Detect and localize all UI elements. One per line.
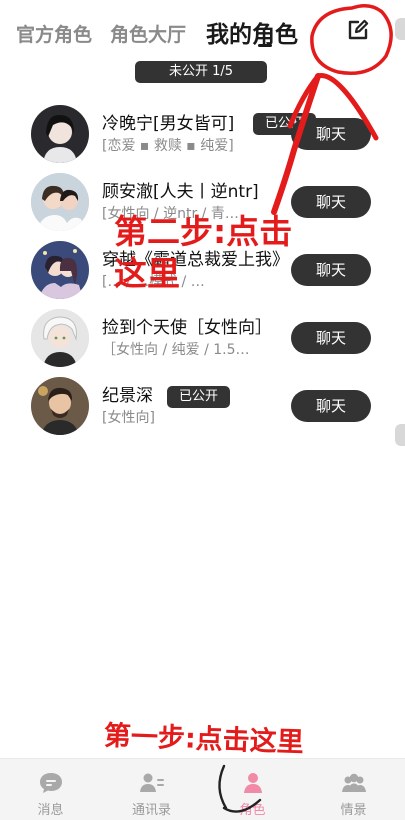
avatar[interactable] (31, 309, 89, 367)
unpublished-count-badge: 未公开 1/5 (135, 61, 267, 83)
chat-button[interactable]: 聊天 (291, 390, 371, 422)
group-icon (342, 773, 366, 792)
tab-my-roles[interactable]: 我的角色 (206, 15, 298, 49)
role-row[interactable]: 捡到个天使［女性向］ ［女性向 / 纯爱 / 1.5… 聊天 (0, 309, 405, 375)
active-tab-indicator (258, 44, 272, 47)
chat-button[interactable]: 聊天 (291, 254, 371, 286)
annotation-step-one: 第一步:点击这里 (103, 720, 305, 759)
avatar[interactable] (31, 173, 89, 231)
nav-label: 角色 (239, 803, 266, 818)
chat-bubble-icon (40, 773, 62, 793)
avatar[interactable] (31, 377, 89, 435)
role-name: 捡到个天使［女性向］ (102, 318, 272, 338)
role-name: 纪景深 (102, 386, 153, 406)
nav-label: 通讯录 (131, 803, 171, 818)
nav-label: 情景 (340, 803, 367, 818)
role-name: 冷晚宁[男女皆可] (102, 114, 235, 134)
annotation-step-two-here: 这里 (114, 254, 180, 293)
nav-label: 消息 (37, 803, 64, 818)
bottom-nav: 消息 通讯录 角色 情景 (0, 758, 405, 820)
contacts-icon (140, 773, 164, 792)
chat-button[interactable]: 聊天 (291, 322, 371, 354)
nav-item-roles[interactable]: 角色 (202, 759, 303, 820)
nav-item-contacts[interactable]: 通讯录 (101, 759, 202, 820)
role-name: 顾安澈[人夫丨逆ntr] (102, 182, 259, 202)
role-row[interactable]: 冷晚宁[男女皆可] 已公开 [恋爱 ▪ 救赎 ▪ 纯爱] 聊天 (0, 105, 405, 171)
top-tab-bar: 官方角色 角色大厅 我的角色 (0, 0, 405, 60)
avatar[interactable] (31, 241, 89, 299)
side-handle-top[interactable] (395, 18, 405, 40)
status-badge: 已公开 (167, 386, 231, 408)
chat-button[interactable]: 聊天 (291, 186, 371, 218)
tab-role-hall[interactable]: 角色大厅 (110, 20, 186, 47)
role-tags: [女性向] (102, 410, 155, 426)
role-tags: [恋爱 ▪ 救赎 ▪ 纯爱] (102, 138, 234, 154)
nav-item-messages[interactable]: 消息 (0, 759, 101, 820)
tab-official-roles[interactable]: 官方角色 (16, 20, 92, 47)
chat-button[interactable]: 聊天 (291, 118, 371, 150)
edit-icon[interactable] (344, 16, 372, 44)
person-icon (244, 773, 262, 793)
nav-item-romance[interactable]: 情景 (303, 759, 404, 820)
role-tags: ［女性向 / 纯爱 / 1.5… (102, 342, 250, 358)
annotation-step-two: 第二步:点击 (114, 212, 293, 251)
role-row[interactable]: 纪景深 已公开 [女性向] 聊天 (0, 377, 405, 443)
avatar[interactable] (31, 105, 89, 163)
